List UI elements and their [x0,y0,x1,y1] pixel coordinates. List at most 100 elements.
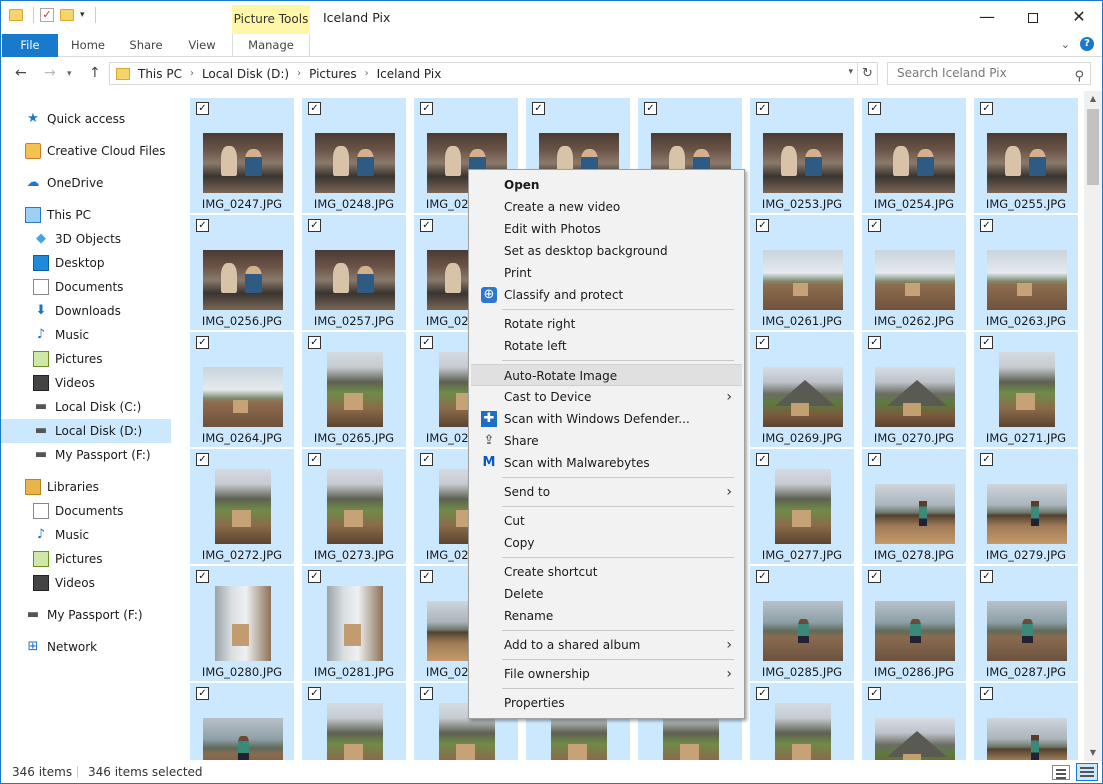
file-tile[interactable]: ✓ IMG_0272.JPG [190,449,294,564]
selection-checkbox[interactable]: ✓ [420,453,433,466]
menu-item-print[interactable]: Print [471,262,742,284]
minimize-button[interactable]: — [964,1,1010,33]
file-tile[interactable]: ✓ IMG_0265.JPG [302,332,406,447]
nav-3d-objects[interactable]: ◆ 3D Objects [33,227,121,251]
selection-checkbox[interactable]: ✓ [756,687,769,700]
nav-quick-access[interactable]: ★ Quick access [25,107,125,131]
selection-checkbox[interactable]: ✓ [308,570,321,583]
breadcrumb-separator[interactable]: › [190,68,194,79]
selection-checkbox[interactable]: ✓ [756,219,769,232]
selection-checkbox[interactable]: ✓ [196,453,209,466]
file-tile[interactable]: ✓ IMG_0261.JPG [750,215,854,330]
selection-checkbox[interactable]: ✓ [980,570,993,583]
menu-item-scan-with-windows-defender[interactable]: ✚ Scan with Windows Defender... [471,408,742,430]
nav-desktop[interactable]: Desktop [33,251,105,275]
selection-checkbox[interactable]: ✓ [308,687,321,700]
scroll-up-icon[interactable]: ▲ [1084,91,1102,107]
address-dropdown-icon[interactable]: ▾ [848,67,853,77]
selection-checkbox[interactable]: ✓ [756,570,769,583]
customize-dropdown-icon[interactable]: ▾ [80,10,85,20]
file-tile[interactable]: ✓ IMG_0271.JPG [974,332,1078,447]
selection-checkbox[interactable]: ✓ [196,570,209,583]
file-tile[interactable]: ✓ IMG_0254.JPG [862,98,966,213]
breadcrumb-pictures[interactable]: Pictures [309,67,357,81]
file-tile[interactable]: ✓ IMG_0257.JPG [302,215,406,330]
menu-item-share[interactable]: ⇪ Share [471,430,742,452]
menu-item-scan-with-malwarebytes[interactable]: M Scan with Malwarebytes [471,452,742,474]
nav-local-disk-c[interactable]: ▬ Local Disk (C:) [33,395,141,419]
nav-lib-pictures[interactable]: Pictures [33,547,103,571]
selection-checkbox[interactable]: ✓ [644,102,657,115]
selection-checkbox[interactable]: ✓ [868,336,881,349]
nav-my-passport-f[interactable]: ▬ My Passport (F:) [33,443,151,467]
menu-item-rotate-left[interactable]: Rotate left [471,335,742,357]
file-tile[interactable]: ✓ IMG_0278.JPG [862,449,966,564]
selection-checkbox[interactable]: ✓ [420,102,433,115]
recent-locations-icon[interactable]: ▾ [67,69,72,79]
file-tile[interactable]: ✓ IMG_0273.JPG [302,449,406,564]
selection-checkbox[interactable]: ✓ [980,219,993,232]
selection-checkbox[interactable]: ✓ [308,336,321,349]
search-input[interactable]: Search Iceland Pix ⚲ [887,62,1091,85]
forward-arrow-icon[interactable]: → [44,65,56,81]
expand-ribbon-icon[interactable]: ⌄ [1061,38,1070,51]
vertical-scrollbar[interactable]: ▲ ▼ [1084,91,1102,761]
nav-my-passport[interactable]: ▬ My Passport (F:) [25,603,143,627]
selection-checkbox[interactable]: ✓ [196,687,209,700]
selection-checkbox[interactable]: ✓ [196,219,209,232]
menu-item-cast-to-device[interactable]: Cast to Device › [471,386,742,408]
large-icons-view-icon[interactable] [1076,763,1098,781]
menu-item-set-as-desktop-background[interactable]: Set as desktop background [471,240,742,262]
selection-checkbox[interactable]: ✓ [308,219,321,232]
file-tile[interactable]: ✓ [190,683,294,760]
nav-this-pc[interactable]: This PC [25,203,91,227]
file-tile[interactable]: ✓ IMG_0256.JPG [190,215,294,330]
selection-checkbox[interactable]: ✓ [308,102,321,115]
menu-item-create-shortcut[interactable]: Create shortcut [471,561,742,583]
menu-item-rename[interactable]: Rename [471,605,742,627]
selection-checkbox[interactable]: ✓ [868,687,881,700]
file-tile[interactable]: ✓ [974,683,1078,760]
selection-checkbox[interactable]: ✓ [868,219,881,232]
file-tile[interactable]: ✓ IMG_0270.JPG [862,332,966,447]
nav-pictures[interactable]: Pictures [33,347,103,371]
tab-share[interactable]: Share [123,34,169,57]
tab-file[interactable]: File [2,34,58,57]
file-tile[interactable]: ✓ IMG_0255.JPG [974,98,1078,213]
selection-checkbox[interactable]: ✓ [532,102,545,115]
selection-checkbox[interactable]: ✓ [868,453,881,466]
selection-checkbox[interactable]: ✓ [980,102,993,115]
nav-creative-cloud-files[interactable]: Creative Cloud Files [25,139,166,163]
tab-view[interactable]: View [179,34,225,57]
scroll-thumb[interactable] [1087,109,1099,185]
selection-checkbox[interactable]: ✓ [420,570,433,583]
menu-item-classify-and-protect[interactable]: ⊕ Classify and protect [471,284,742,306]
file-tile[interactable]: ✓ IMG_0247.JPG [190,98,294,213]
menu-item-add-to-a-shared-album[interactable]: Add to a shared album › [471,634,742,656]
nav-downloads[interactable]: ⬇ Downloads [33,299,121,323]
address-bar[interactable]: This PC › Local Disk (D:) › Pictures › I… [109,62,858,85]
menu-item-file-ownership[interactable]: File ownership › [471,663,742,685]
selection-checkbox[interactable]: ✓ [420,687,433,700]
details-view-icon[interactable] [1052,765,1070,780]
file-tile[interactable]: ✓ [302,683,406,760]
back-arrow-icon[interactable]: ← [15,65,27,81]
nav-libraries[interactable]: Libraries [25,475,99,499]
selection-checkbox[interactable]: ✓ [868,570,881,583]
selection-checkbox[interactable]: ✓ [980,687,993,700]
file-tile[interactable]: ✓ IMG_0264.JPG [190,332,294,447]
breadcrumb-separator[interactable]: › [365,68,369,79]
properties-check-icon[interactable]: ✓ [40,8,54,22]
tab-manage[interactable]: Manage [232,34,310,57]
menu-item-edit-with-photos[interactable]: Edit with Photos [471,218,742,240]
nav-lib-documents[interactable]: Documents [33,499,123,523]
search-icon[interactable]: ⚲ [1074,66,1084,87]
breadcrumb-local-disk-d[interactable]: Local Disk (D:) [202,67,289,81]
selection-checkbox[interactable]: ✓ [980,453,993,466]
folder-icon[interactable] [9,9,23,21]
menu-item-cut[interactable]: Cut [471,510,742,532]
file-tile[interactable]: ✓ IMG_0281.JPG [302,566,406,681]
file-tile[interactable]: ✓ IMG_0285.JPG [750,566,854,681]
new-folder-icon[interactable] [60,9,74,21]
selection-checkbox[interactable]: ✓ [196,102,209,115]
